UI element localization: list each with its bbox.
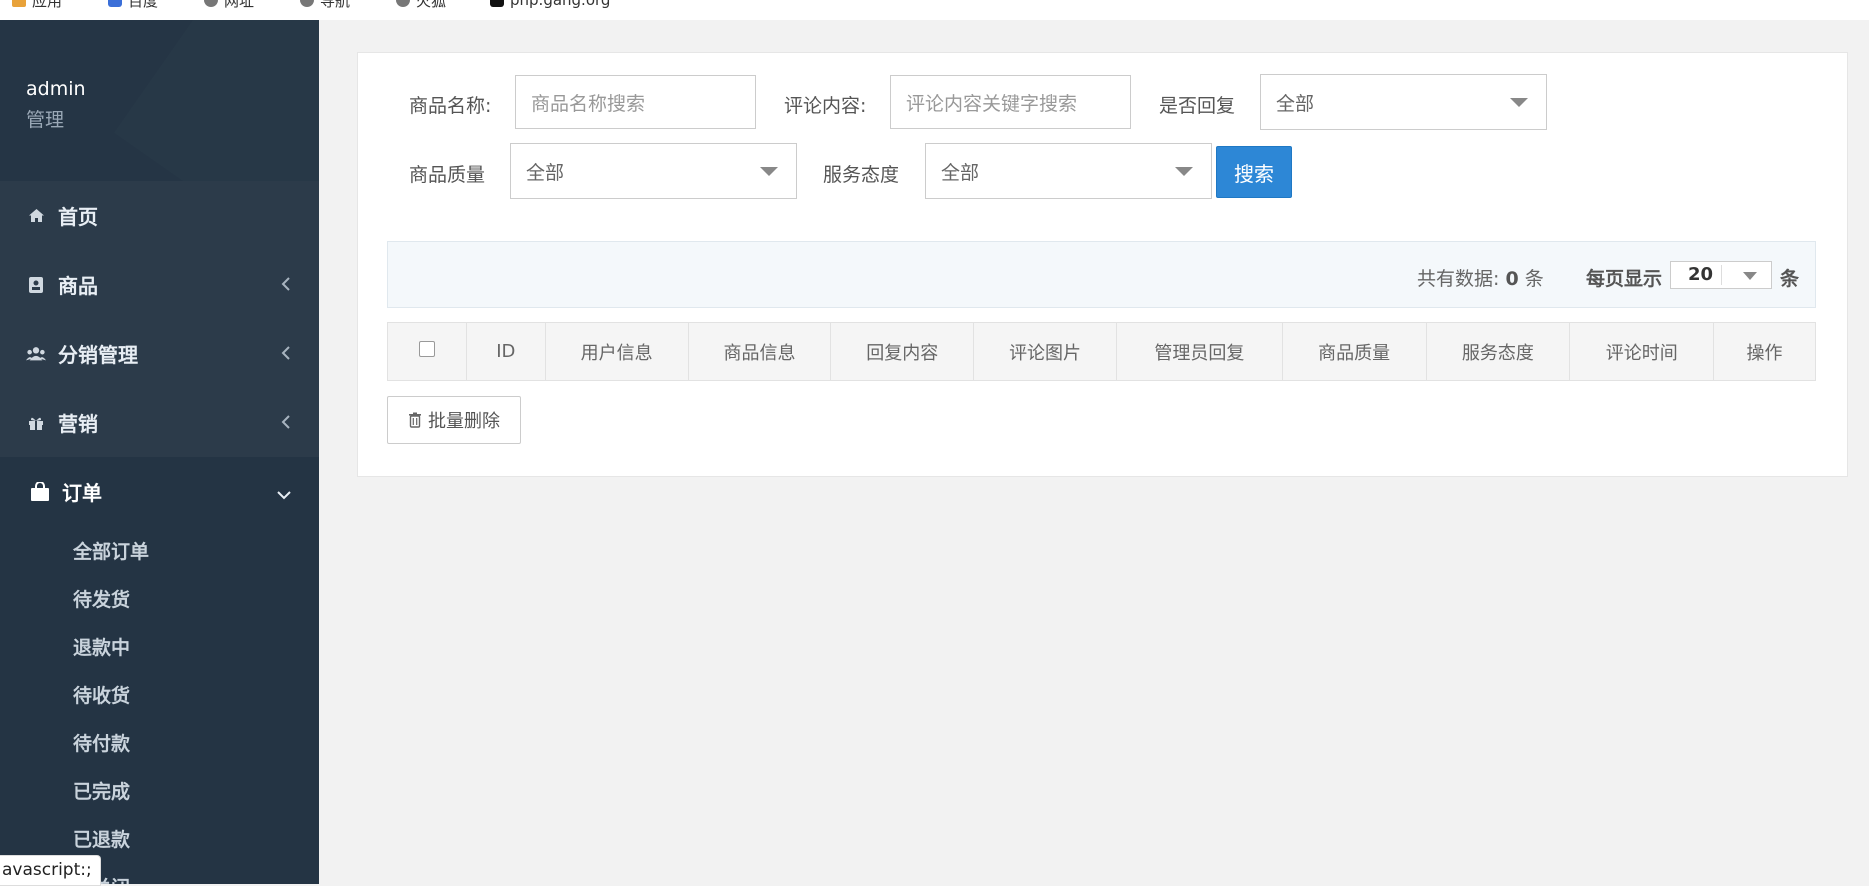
sidebar-item-label: 分销管理 <box>58 343 138 367</box>
per-page-unit: 条 <box>1780 268 1800 290</box>
total-unit: 条 <box>1524 268 1544 290</box>
user-panel: admin 管理 <box>0 20 319 181</box>
apps-icon <box>12 0 26 7</box>
bookmark-label: 火狐 <box>416 0 447 10</box>
product-name-input[interactable]: 商品名称搜索 <box>515 75 756 129</box>
sidebar-item-label: 订单 <box>62 481 102 505</box>
select-all-checkbox[interactable] <box>418 340 435 357</box>
comments-table-header: ID 用户信息 商品信息 回复内容 评论图片 管理员回复 商品质量 服务态度 评… <box>387 322 1816 381</box>
search-button[interactable]: 搜索 <box>1216 146 1292 198</box>
trash-icon <box>409 412 421 428</box>
select-all-cell <box>388 323 467 380</box>
bookmark-site[interactable]: 网址 <box>204 0 255 10</box>
caret-down-icon <box>1743 272 1757 280</box>
column-header[interactable]: 商品质量 <box>1283 323 1427 380</box>
caret-down-icon <box>1175 167 1193 176</box>
column-header[interactable]: 评论图片 <box>974 323 1117 380</box>
column-header[interactable]: 操作 <box>1714 323 1815 380</box>
globe-icon <box>396 0 410 7</box>
bookmark-label: 网址 <box>224 0 255 10</box>
sidebar-item-marketing[interactable]: 营销 <box>0 388 319 457</box>
bookmark-baidu[interactable]: 百度 <box>108 0 159 10</box>
comment-label: 评论内容: <box>784 95 867 117</box>
sidebar: admin 管理 首页 商品 分销管理 营销 订单 全部订单 待发货 退款中 待… <box>0 20 319 884</box>
total-count: 共有数据: 0 条 <box>1417 264 1544 291</box>
product-book-icon <box>26 275 46 295</box>
link-status-bar: avascript:; <box>0 855 101 886</box>
submenu-item-completed[interactable]: 已完成 <box>0 766 319 814</box>
column-header[interactable]: 评论时间 <box>1570 323 1715 380</box>
globe-icon <box>300 0 314 7</box>
baidu-icon <box>108 0 122 7</box>
caret-down-icon <box>1510 98 1528 107</box>
batch-delete-button[interactable]: 批量删除 <box>387 396 521 444</box>
column-header[interactable]: 服务态度 <box>1427 323 1571 380</box>
service-label: 服务态度 <box>823 164 900 186</box>
service-select[interactable]: 全部 <box>925 143 1212 199</box>
quality-select[interactable]: 全部 <box>510 143 797 199</box>
total-label: 共有数据: <box>1417 268 1500 290</box>
submenu-item-pending-payment[interactable]: 待付款 <box>0 718 319 766</box>
sidebar-item-products[interactable]: 商品 <box>0 250 319 319</box>
bookmark-label: 应用 <box>32 0 63 10</box>
replied-select-value: 全部 <box>1276 92 1315 115</box>
chevron-left-icon <box>281 276 291 295</box>
bookmark-apps[interactable]: 应用 <box>12 0 63 10</box>
submenu-item-pending-shipment[interactable]: 待发货 <box>0 574 319 622</box>
submenu-item-pending-receipt[interactable]: 待收货 <box>0 670 319 718</box>
bookmark-label: 导航 <box>320 0 351 10</box>
product-name-label: 商品名称: <box>409 95 492 117</box>
users-icon <box>26 344 46 364</box>
sidebar-item-distribution[interactable]: 分销管理 <box>0 319 319 388</box>
bookmark-site[interactable]: 火狐 <box>396 0 447 10</box>
per-page-value: 20 <box>1688 264 1714 285</box>
submenu-item-all-orders[interactable]: 全部订单 <box>0 526 319 574</box>
user-role: 管理 <box>26 109 65 131</box>
bookmark-site[interactable]: 导航 <box>300 0 351 10</box>
bookmark-label: php.gang.org <box>510 0 611 9</box>
column-header[interactable]: ID <box>467 323 546 380</box>
globe-icon <box>204 0 218 7</box>
column-header[interactable]: 管理员回复 <box>1117 323 1283 380</box>
replied-select[interactable]: 全部 <box>1260 74 1547 130</box>
quality-label: 商品质量 <box>409 164 486 186</box>
site-icon <box>490 0 504 7</box>
batch-delete-label: 批量删除 <box>428 411 500 432</box>
gift-icon <box>26 413 46 433</box>
sidebar-item-label: 营销 <box>58 412 98 436</box>
sidebar-item-label: 首页 <box>58 205 98 229</box>
sidebar-item-orders[interactable]: 订单 <box>0 457 319 526</box>
per-page-label: 每页显示 <box>1586 268 1663 290</box>
shopping-bag-icon <box>30 481 50 502</box>
chevron-left-icon <box>281 345 291 364</box>
column-header[interactable]: 用户信息 <box>546 323 689 380</box>
replied-label: 是否回复 <box>1159 95 1236 117</box>
comment-input[interactable]: 评论内容关键字搜索 <box>890 75 1131 129</box>
summary-bar: 共有数据: 0 条 每页显示 20 条 <box>387 241 1816 308</box>
chevron-down-icon <box>277 485 291 504</box>
chevron-left-icon <box>281 414 291 433</box>
total-value: 0 <box>1505 268 1519 290</box>
service-select-value: 全部 <box>941 161 980 184</box>
orders-submenu: 全部订单 待发货 退款中 待收货 待付款 已完成 已退款 已关闭 <box>0 526 319 884</box>
caret-down-icon <box>760 167 778 176</box>
bookmark-site[interactable]: php.gang.org <box>490 0 611 9</box>
column-header[interactable]: 商品信息 <box>689 323 832 380</box>
column-header[interactable]: 回复内容 <box>831 323 975 380</box>
quality-select-value: 全部 <box>526 161 565 184</box>
submenu-item-refunding[interactable]: 退款中 <box>0 622 319 670</box>
home-icon <box>26 206 46 226</box>
sidebar-item-label: 商品 <box>58 274 98 298</box>
bookmark-label: 百度 <box>128 0 159 10</box>
select-divider <box>1721 265 1722 285</box>
bookmarks-bar: 应用 百度 网址 导航 火狐 php.gang.org <box>0 0 1869 20</box>
sidebar-item-home[interactable]: 首页 <box>0 181 319 250</box>
per-page-select[interactable]: 20 <box>1670 261 1772 289</box>
user-name: admin <box>26 78 86 100</box>
